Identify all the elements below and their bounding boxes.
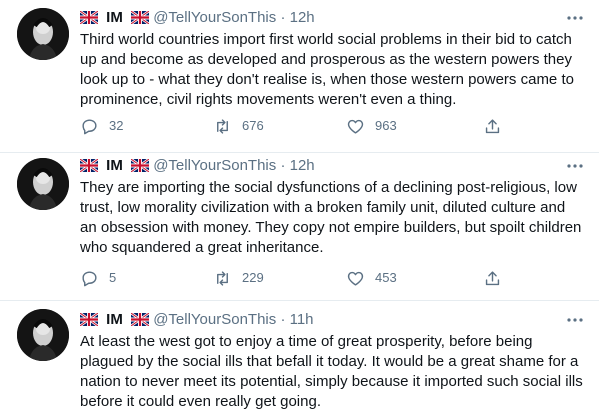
tweet[interactable]: IM @TellYourSonThis · 12h They are impor… <box>0 153 599 300</box>
comment-icon <box>82 118 97 134</box>
retweet-icon <box>217 270 228 286</box>
reply-button[interactable]: 32 <box>80 116 123 136</box>
share-button[interactable] <box>483 268 502 288</box>
tweet-header: IM @TellYourSonThis · 12h <box>80 156 315 176</box>
tweet[interactable]: IM @TellYourSonThis · 12h Third world co… <box>0 0 599 152</box>
author-name[interactable]: IM <box>106 157 123 174</box>
author-handle[interactable]: @TellYourSonThis <box>153 157 276 174</box>
separator-dot: · <box>280 9 286 26</box>
share-icon <box>485 270 500 285</box>
author-name[interactable]: IM <box>106 311 123 328</box>
uk-flag-icon <box>131 159 150 172</box>
timestamp[interactable]: 12h <box>290 9 315 26</box>
share-icon <box>485 118 500 133</box>
reply-count: 32 <box>109 118 124 133</box>
like-count: 453 <box>375 270 397 285</box>
avatar[interactable] <box>17 8 69 60</box>
share-button[interactable] <box>483 116 502 136</box>
like-count: 963 <box>375 118 397 133</box>
author-name[interactable]: IM <box>106 9 123 26</box>
uk-flag-icon <box>131 11 150 24</box>
uk-flag-icon <box>80 159 98 172</box>
heart-icon <box>347 119 364 134</box>
tweet-header: IM @TellYourSonThis · 12h <box>80 8 315 28</box>
tweet-text: Third world countries import first world… <box>80 31 574 108</box>
retweet-count: 229 <box>242 270 264 285</box>
timestamp[interactable]: 11h <box>290 311 314 328</box>
author-handle[interactable]: @TellYourSonThis <box>153 9 276 26</box>
retweet-icon <box>217 118 228 134</box>
retweet-count: 676 <box>242 118 264 133</box>
uk-flag-icon <box>131 313 150 326</box>
more-icon[interactable] <box>565 156 585 176</box>
uk-flag-icon <box>80 313 98 326</box>
tweet-header: IM @TellYourSonThis · 11h <box>80 310 314 330</box>
more-icon[interactable] <box>565 8 585 28</box>
avatar[interactable] <box>17 158 69 210</box>
heart-icon <box>347 271 364 286</box>
tweet[interactable]: IM @TellYourSonThis · 11h At least the w… <box>0 301 599 418</box>
tweet-text: They are importing the social dysfunctio… <box>80 179 582 256</box>
retweet-button[interactable]: 676 <box>213 116 264 136</box>
author-handle[interactable]: @TellYourSonThis <box>153 311 276 328</box>
like-button[interactable]: 453 <box>346 268 397 288</box>
more-icon[interactable] <box>565 310 585 330</box>
reply-button[interactable]: 5 <box>80 268 116 288</box>
comment-icon <box>82 270 97 286</box>
like-button[interactable]: 963 <box>346 116 397 136</box>
uk-flag-icon <box>80 11 98 24</box>
retweet-button[interactable]: 229 <box>213 268 264 288</box>
tweet-text: At least the west got to enjoy a time of… <box>80 333 583 410</box>
reply-count: 5 <box>109 270 117 285</box>
separator-dot: · <box>280 311 286 328</box>
timestamp[interactable]: 12h <box>290 157 315 174</box>
separator-dot: · <box>280 157 286 174</box>
avatar[interactable] <box>17 309 69 361</box>
